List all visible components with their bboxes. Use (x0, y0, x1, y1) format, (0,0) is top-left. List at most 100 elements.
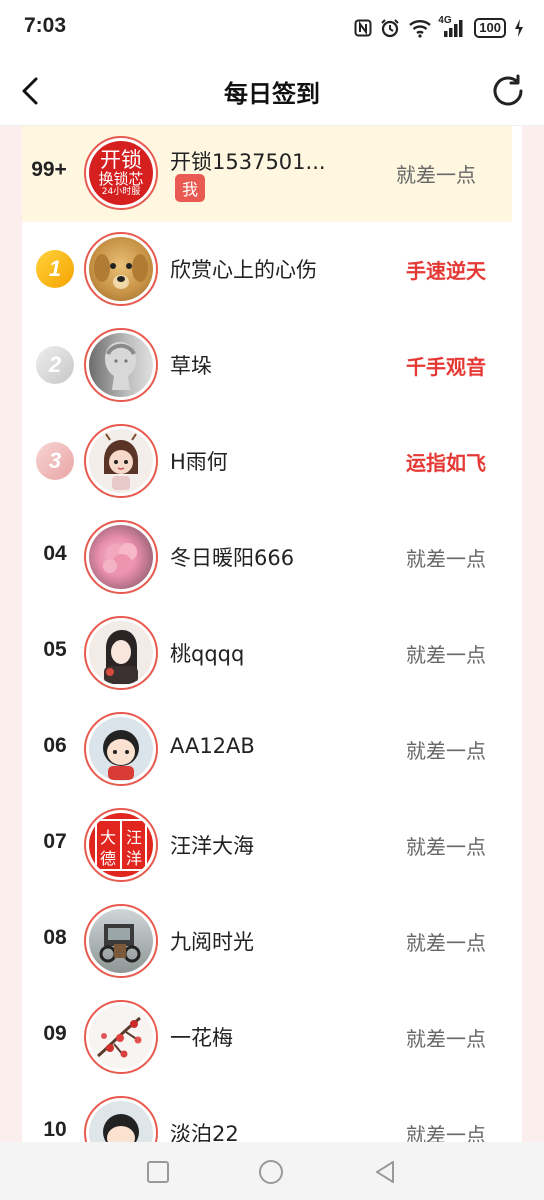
status-time: 7:03 (24, 14, 67, 37)
rank-row[interactable]: 04 冬日暖阳666 就差一点 (22, 510, 522, 606)
user-name: 欣赏心上的心伤 (170, 258, 317, 282)
side-background-left (0, 126, 22, 1142)
avatar[interactable] (84, 520, 158, 594)
rank-number: 04 (43, 542, 67, 565)
user-name: H雨何 (170, 450, 228, 474)
avatar-text-mid: 换锁芯 (98, 170, 144, 188)
avatar-text-bottom: 24小时服 (101, 187, 141, 197)
my-rank-row[interactable]: 99+ 开锁 换锁芯 24小时服 开锁1537501... 我 就差一点 (22, 126, 512, 222)
rank-number: 08 (43, 926, 67, 949)
avatar[interactable] (84, 1096, 158, 1142)
user-name: 开锁1537501... (170, 150, 326, 174)
sign-status: 就差一点 (406, 835, 486, 859)
user-name: 桃qqqq (170, 642, 245, 666)
statue-avatar-icon (105, 342, 136, 390)
cartoon-boy-avatar-icon (103, 730, 139, 780)
user-name: 冬日暖阳666 (170, 546, 295, 570)
sign-status: 就差一点 (406, 1123, 486, 1142)
rank-number: 10 (43, 1118, 67, 1141)
user-name: 汪洋大海 (170, 834, 254, 858)
me-badge: 我 (175, 174, 205, 202)
rank-number: 07 (43, 830, 67, 853)
status-icons: 4G 100 (354, 15, 524, 40)
user-name: 九阅时光 (170, 930, 254, 954)
rank-row[interactable]: 06 AA12AB 就差一点 (22, 702, 522, 798)
back-nav-button[interactable] (372, 1159, 398, 1185)
nfc-icon (354, 17, 372, 39)
side-background-right (522, 126, 544, 1142)
sign-status: 千手观音 (406, 355, 486, 379)
sign-status: 就差一点 (406, 739, 486, 763)
dog-avatar-icon (94, 254, 148, 289)
gold-medal-icon: 1 (36, 250, 74, 288)
cartoon-avatar-icon (103, 1114, 139, 1142)
rank-number: 1 (48, 256, 62, 281)
alarm-icon (380, 17, 400, 39)
sign-status: 就差一点 (406, 643, 486, 667)
rank-row[interactable]: 10 淡泊22 就差一点 (22, 1086, 522, 1142)
plum-blossom-avatar-icon (97, 1016, 142, 1058)
sign-status: 就差一点 (406, 1027, 486, 1051)
battery-level: 100 (479, 20, 501, 35)
avatar[interactable] (84, 712, 158, 786)
network-label: 4G (438, 15, 452, 26)
refresh-button[interactable] (488, 71, 528, 111)
battery-icon: 100 (474, 18, 506, 38)
rank-row[interactable]: 07 大德汪洋 汪洋大海 就差一点 (22, 798, 522, 894)
triangle-back-icon (376, 1161, 394, 1183)
user-name: 淡泊22 (170, 1122, 239, 1142)
cartoon-girl-avatar-icon (104, 433, 138, 490)
svg-text:洋: 洋 (126, 849, 142, 868)
user-name: 草垛 (170, 354, 212, 378)
avatar[interactable] (84, 616, 158, 690)
status-bar: 7:03 4G 100 (0, 0, 544, 56)
svg-text:大: 大 (100, 828, 116, 847)
silver-medal-icon: 2 (36, 346, 74, 384)
rank-number: 06 (43, 734, 67, 757)
sign-status: 就差一点 (406, 547, 486, 571)
svg-text:德: 德 (100, 849, 116, 868)
flower-avatar-icon (103, 543, 137, 574)
rank-number: 09 (43, 1022, 67, 1045)
refresh-icon (493, 74, 523, 106)
wifi-icon (408, 17, 432, 39)
avatar[interactable] (84, 904, 158, 978)
rank-row[interactable]: 1 欣赏心上的心伤 手速逆天 (22, 222, 522, 318)
home-button[interactable] (258, 1159, 284, 1185)
sign-status: 就差一点 (396, 163, 476, 187)
avatar[interactable] (84, 424, 158, 498)
seal-avatar-icon: 大德汪洋 (95, 819, 147, 871)
avatar-text-top: 开锁 (100, 148, 142, 172)
rank-number: 3 (48, 448, 62, 473)
avatar[interactable]: 开锁 换锁芯 24小时服 (84, 136, 158, 210)
vehicle-photo-avatar-icon (99, 924, 141, 963)
sign-status: 就差一点 (406, 931, 486, 955)
rank-list[interactable]: 99+ 开锁 换锁芯 24小时服 开锁1537501... 我 就差一点 1 欣… (22, 126, 522, 1142)
rank-row[interactable]: 2 草垛 千手观音 (22, 318, 522, 414)
avatar[interactable] (84, 328, 158, 402)
avatar[interactable] (84, 232, 158, 306)
rank-row[interactable]: 09 一花梅 就差一点 (22, 990, 522, 1086)
square-icon (147, 1161, 169, 1183)
rank-number: 05 (43, 638, 67, 661)
bronze-medal-icon: 3 (36, 442, 74, 480)
circle-icon (259, 1160, 283, 1184)
sign-status: 手速逆天 (406, 259, 486, 283)
app-header: 每日签到 (0, 56, 544, 126)
user-name: AA12AB (170, 734, 255, 758)
user-name: 一花梅 (170, 1026, 233, 1050)
avatar[interactable]: 大德汪洋 (84, 808, 158, 882)
signal-4g-icon: 4G (438, 15, 466, 39)
rank-row[interactable]: 08 九阅时光 就差一点 (22, 894, 522, 990)
rank-row[interactable]: 05 桃qqqq 就差一点 (22, 606, 522, 702)
girl-drawing-avatar-icon (104, 630, 138, 684)
rank-row[interactable]: 3 H雨何 运指如飞 (22, 414, 522, 510)
rank-number: 2 (48, 352, 62, 377)
sign-status: 运指如飞 (406, 451, 486, 475)
svg-text:汪: 汪 (126, 828, 142, 847)
recent-apps-button[interactable] (145, 1159, 171, 1185)
system-nav-bar (0, 1142, 544, 1200)
charging-icon (514, 17, 524, 39)
rank-number: 99+ (31, 158, 67, 181)
avatar[interactable] (84, 1000, 158, 1074)
